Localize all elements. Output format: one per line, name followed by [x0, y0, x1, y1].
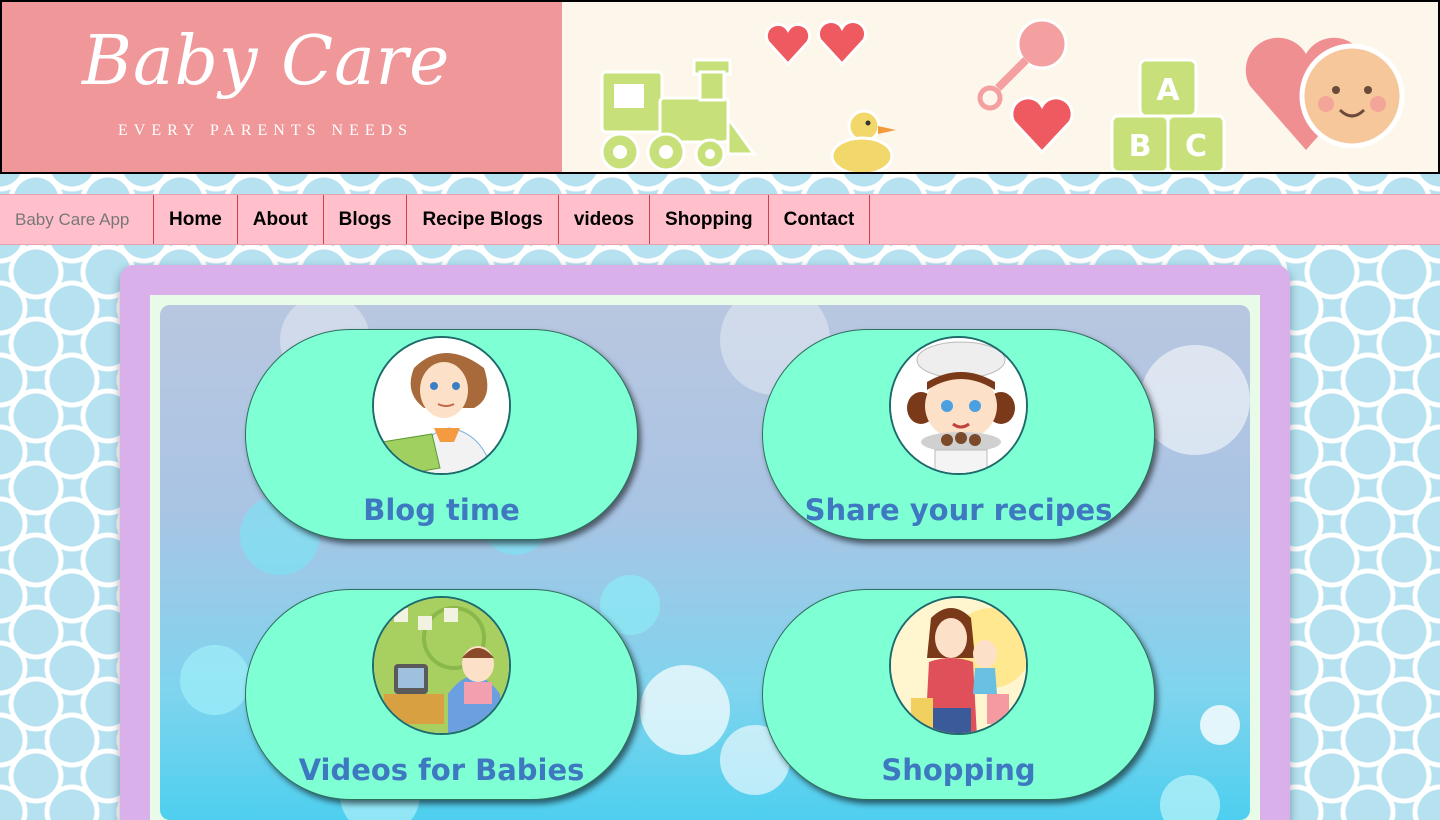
header-banner: Baby Care EVERY PARENTS NEEDS A B C — [0, 0, 1440, 174]
card-videos-babies-label: Videos for Babies — [298, 753, 585, 787]
banner-scallop-edge — [522, 2, 602, 172]
svg-text:B: B — [1129, 129, 1152, 164]
card-shopping[interactable]: Shopping — [762, 589, 1155, 800]
main-navbar: Baby Care App Home About Blogs Recipe Bl… — [0, 194, 1440, 245]
mother-laptop-icon — [372, 336, 511, 475]
duck-icon — [830, 109, 896, 172]
svg-text:A: A — [1156, 73, 1180, 108]
card-videos-babies[interactable]: Videos for Babies — [245, 589, 638, 800]
card-blog-time[interactable]: Blog time — [245, 329, 638, 540]
card-blog-time-label: Blog time — [363, 493, 520, 527]
mother-shopping-icon — [889, 596, 1028, 735]
nav-blogs[interactable]: Blogs — [324, 195, 408, 244]
nav-home[interactable]: Home — [154, 195, 238, 244]
card-share-recipes[interactable]: Share your recipes — [762, 329, 1155, 540]
nav-about[interactable]: About — [238, 195, 324, 244]
nav-contact[interactable]: Contact — [769, 195, 871, 244]
nav-shopping[interactable]: Shopping — [650, 195, 769, 244]
hearts-icon — [764, 19, 868, 67]
nav-videos[interactable]: videos — [559, 195, 651, 244]
card-share-recipes-label: Share your recipes — [804, 493, 1113, 527]
abc-blocks-icon: A B C — [1110, 58, 1226, 172]
girl-chef-icon — [889, 336, 1028, 475]
site-logo-tagline: EVERY PARENTS NEEDS — [118, 122, 414, 139]
card-shopping-label: Shopping — [881, 753, 1036, 787]
kids-tv-icon — [372, 596, 511, 735]
rattle-icon — [977, 18, 1074, 155]
baby-face-heart-icon — [1245, 37, 1405, 150]
train-icon — [600, 58, 757, 172]
svg-text:C: C — [1185, 129, 1207, 164]
navbar-brand[interactable]: Baby Care App — [0, 195, 154, 244]
site-logo-title[interactable]: Baby Care — [82, 22, 452, 101]
nav-recipe-blogs[interactable]: Recipe Blogs — [407, 195, 559, 244]
